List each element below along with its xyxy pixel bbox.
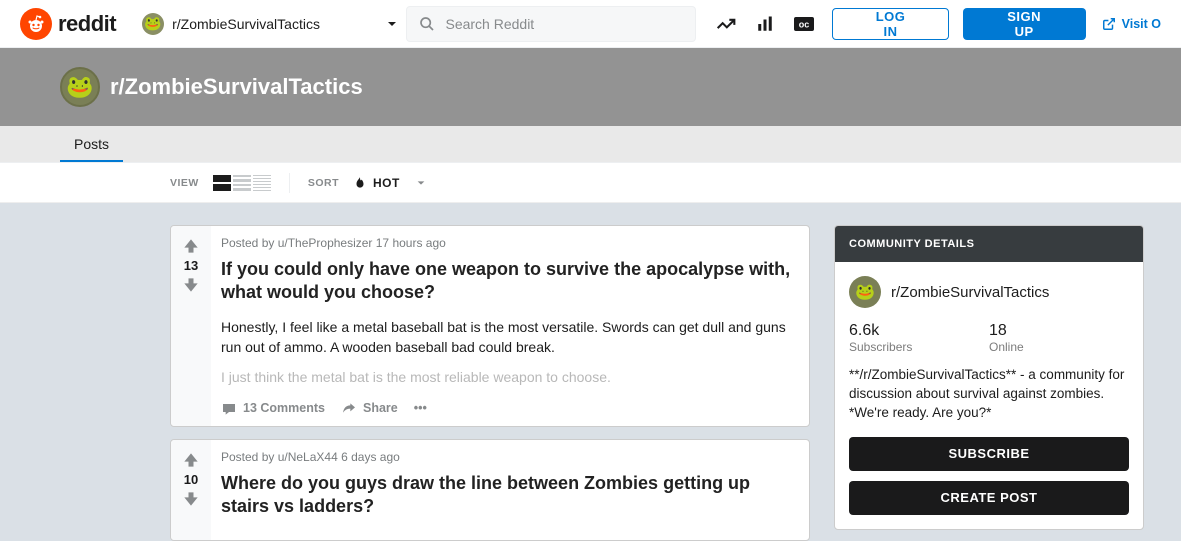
post-score: 10 [184,472,198,487]
downvote-icon[interactable] [181,489,201,509]
downvote-icon[interactable] [181,275,201,295]
create-post-button[interactable]: CREATE POST [849,481,1129,515]
search-icon [419,16,435,32]
post-score: 13 [184,258,198,273]
logo-text: reddit [58,11,116,37]
community-description: **/r/ZombieSurvivalTactics** - a communi… [849,366,1129,423]
login-button[interactable]: LOG IN [832,8,948,40]
sort-label: SORT [308,177,339,189]
trending-icon[interactable] [716,14,736,34]
external-link-icon [1102,17,1116,31]
sort-selector[interactable]: HOT [353,175,426,191]
post-card[interactable]: 10 Posted by u/NeLaX44 6 days ago Where … [170,439,810,541]
comments-button[interactable]: 13 Comments [221,400,325,416]
subscribers-label: Subscribers [849,340,989,354]
svg-text:oc: oc [799,19,810,29]
vote-column: 13 [171,226,211,426]
post-title[interactable]: Where do you guys draw the line between … [221,472,793,519]
share-icon [341,400,357,416]
tab-posts[interactable]: Posts [60,136,123,162]
post-excerpt: Honestly, I feel like a metal baseball b… [221,317,793,388]
share-button[interactable]: Share [341,400,398,416]
caret-down-icon [416,178,426,188]
view-card[interactable] [213,175,231,191]
upvote-icon[interactable] [181,450,201,470]
view-classic[interactable] [233,175,251,191]
reddit-icon [20,8,52,40]
visit-old-link[interactable]: Visit O [1102,17,1161,31]
subreddit-avatar-icon: 🐸 [142,13,164,35]
subreddit-switcher-label: r/ZombieSurvivalTactics [172,16,320,32]
post-card[interactable]: 13 Posted by u/TheProphesizer 17 hours a… [170,225,810,427]
signup-button[interactable]: SIGN UP [963,8,1086,40]
subreddit-switcher[interactable]: 🐸 r/ZombieSurvivalTactics [142,13,398,35]
post-title[interactable]: If you could only have one weapon to sur… [221,258,793,305]
subscribe-button[interactable]: SUBSCRIBE [849,437,1129,471]
tab-bar: Posts [0,126,1181,163]
subreddit-banner: 🐸 r/ZombieSurvivalTactics [0,48,1181,126]
upvote-icon[interactable] [181,236,201,256]
sort-bar: VIEW SORT HOT [0,163,1181,203]
vote-column: 10 [171,440,211,541]
stats-icon[interactable] [756,15,774,33]
flame-icon [353,175,367,191]
comment-icon [221,400,237,416]
subscribers-count: 6.6k [849,322,989,340]
visit-label: Visit O [1122,17,1161,31]
community-avatar-icon: 🐸 [849,276,881,308]
online-count: 18 [989,322,1129,340]
community-details-card: COMMUNITY DETAILS 🐸 r/ZombieSurvivalTact… [834,225,1144,530]
divider [289,173,290,193]
search-box[interactable] [406,6,696,42]
caret-down-icon [386,18,398,30]
oc-icon[interactable]: oc [794,17,814,31]
post-author-link[interactable]: u/TheProphesizer [278,236,373,250]
sort-value: HOT [373,176,400,190]
post-author-link[interactable]: u/NeLaX44 [278,450,338,464]
search-input[interactable] [445,16,683,32]
view-compact[interactable] [253,175,271,191]
community-name[interactable]: r/ZombieSurvivalTactics [891,284,1049,301]
post-meta: Posted by u/TheProphesizer 17 hours ago [221,236,793,250]
view-label: VIEW [170,177,199,189]
more-button[interactable]: ••• [414,401,427,415]
subreddit-title: r/ZombieSurvivalTactics [110,74,363,100]
reddit-logo[interactable]: reddit [20,8,116,40]
subreddit-avatar: 🐸 [60,67,100,107]
card-header: COMMUNITY DETAILS [835,226,1143,262]
post-meta: Posted by u/NeLaX44 6 days ago [221,450,793,464]
online-label: Online [989,340,1129,354]
